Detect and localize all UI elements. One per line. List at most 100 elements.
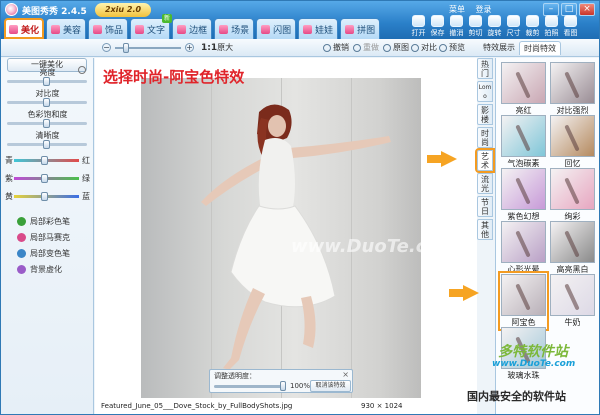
tab-collage[interactable]: 拼图: [340, 18, 381, 39]
contrast-slider-thumb[interactable]: [43, 98, 50, 107]
undo-tool-button[interactable]: 撤消: [447, 15, 466, 38]
effect-thumb-selected[interactable]: 阿宝色: [498, 271, 549, 331]
effect-thumb[interactable]: 高亮黑白: [549, 220, 596, 276]
brightness-slider-thumb[interactable]: [43, 77, 50, 86]
canvas-area: www.DuoTe.com 选择时尚-阿宝色特效 调整透明度： × 100% 取…: [95, 58, 477, 414]
image-viewer-icon: [564, 15, 577, 27]
cyan-red-slider[interactable]: [14, 156, 79, 165]
effect-thumb-image: [501, 221, 546, 263]
opacity-close-icon[interactable]: ×: [342, 370, 349, 379]
purple-green-slider[interactable]: [14, 174, 79, 183]
tab-effect-showcase[interactable]: 特效展示: [479, 41, 519, 55]
undo-arrow-icon: [323, 43, 331, 52]
close-button[interactable]: ×: [579, 3, 595, 16]
preview-button[interactable]: 预览: [439, 42, 465, 53]
login-link[interactable]: 登录: [476, 5, 492, 14]
tab-beautify[interactable]: 美化: [4, 18, 45, 39]
compare-button[interactable]: 对比: [411, 42, 437, 53]
original-button[interactable]: 原图: [383, 42, 409, 53]
local-color-pen-button[interactable]: 局部彩色笔: [17, 216, 70, 227]
zoom-out-button[interactable]: −: [102, 43, 111, 52]
crop-button[interactable]: 裁剪: [523, 15, 542, 38]
purple-label: 紫: [5, 174, 13, 183]
save-button[interactable]: 保存: [428, 15, 447, 38]
effect-thumb[interactable]: 气泡碳素: [500, 114, 547, 170]
menu-link[interactable]: 菜单: [449, 5, 465, 14]
category-fashion[interactable]: 时尚: [477, 127, 493, 148]
resize-button[interactable]: 尺寸: [504, 15, 523, 38]
open-button[interactable]: 打开: [409, 15, 428, 38]
effect-tabs: 特效展示 时尚特效: [479, 41, 561, 55]
local-mosaic-button[interactable]: 局部马赛克: [17, 232, 70, 243]
category-art[interactable]: 艺术: [475, 148, 495, 173]
collage-icon: [345, 24, 355, 34]
photo-preview[interactable]: www.DuoTe.com: [141, 78, 421, 398]
yellow-blue-slider-thumb[interactable]: [41, 192, 48, 201]
title-bar: 美图秀秀 2.4.5 2xiu 2.0 菜单 登录 – □ × 美化 美容 饰品…: [1, 1, 599, 39]
tab-skin[interactable]: 美容: [46, 18, 87, 39]
blue-label: 蓝: [82, 192, 90, 201]
brightness-slider[interactable]: [7, 77, 87, 86]
top-links: 菜单 登录: [449, 4, 539, 15]
redo-button[interactable]: 重做: [353, 42, 379, 53]
tab-fashion-effects[interactable]: 时尚特效: [519, 41, 561, 55]
main-tabs: 美化 美容 饰品 文字新 边框 场景 闪图 娃娃 拼图: [4, 14, 381, 39]
opacity-panel: 调整透明度： × 100% 取消该特效: [209, 369, 353, 393]
tab-flash[interactable]: 闪图: [256, 18, 297, 39]
cyan-red-slider-thumb[interactable]: [41, 156, 48, 165]
category-lomo[interactable]: Lomo: [477, 81, 493, 102]
tab-text[interactable]: 文字新: [130, 14, 173, 39]
effect-thumb[interactable]: 亮红: [500, 61, 547, 117]
cancel-effect-button[interactable]: 取消该特效: [310, 380, 351, 392]
tab-accessories[interactable]: 饰品: [88, 18, 129, 39]
saturation-slider-thumb[interactable]: [43, 119, 50, 128]
category-light[interactable]: 流光: [477, 173, 493, 194]
undo-button[interactable]: 撤销: [323, 42, 349, 53]
flash-icon: [261, 24, 271, 34]
effect-thumb[interactable]: 回忆: [549, 114, 596, 170]
preview-icon: [439, 43, 447, 52]
purple-green-slider-thumb[interactable]: [41, 174, 48, 183]
cut-button[interactable]: 剪切: [466, 15, 485, 38]
sharpness-slider[interactable]: [7, 140, 87, 149]
zoom-in-button[interactable]: +: [185, 43, 194, 52]
status-dimensions: 930 × 1024: [361, 402, 403, 410]
tab-scene[interactable]: 场景: [214, 18, 255, 39]
category-studio[interactable]: 影楼: [477, 104, 493, 125]
contrast-slider[interactable]: [7, 98, 87, 107]
text-icon: [135, 24, 145, 34]
reset-icon[interactable]: [78, 66, 86, 74]
background-blur-button[interactable]: 背景虚化: [17, 264, 62, 275]
saturation-slider[interactable]: [7, 119, 87, 128]
category-other[interactable]: 其他: [477, 219, 493, 240]
effect-thumb[interactable]: 绚彩: [549, 167, 596, 223]
actual-size-button[interactable]: 1:1原大: [201, 42, 233, 53]
category-festival[interactable]: 节日: [477, 196, 493, 217]
camera-icon: [545, 15, 558, 27]
site-slogan: 国内最安全的软件站: [467, 390, 566, 403]
opacity-slider[interactable]: [214, 385, 286, 388]
camera-button[interactable]: 拍照: [542, 15, 561, 38]
effect-thumb[interactable]: 牛奶: [549, 273, 596, 329]
opacity-slider-thumb[interactable]: [280, 381, 286, 391]
tab-frame[interactable]: 边框: [172, 18, 213, 39]
zoom-slider-thumb[interactable]: [123, 43, 129, 53]
viewer-button[interactable]: 看图: [561, 15, 580, 38]
scissors-icon: [469, 15, 482, 27]
app-window: 美图秀秀 2.4.5 2xiu 2.0 菜单 登录 – □ × 美化 美容 饰品…: [0, 0, 600, 415]
yellow-blue-slider[interactable]: [14, 192, 79, 201]
tab-doll[interactable]: 娃娃: [298, 18, 339, 39]
local-recolor-pen-button[interactable]: 局部变色笔: [17, 248, 70, 259]
app-title: 美图秀秀 2.4.5: [22, 7, 87, 17]
effect-thumb-image: [550, 168, 595, 210]
rotate-button[interactable]: 旋转: [485, 15, 504, 38]
effect-thumb[interactable]: 心形光晕: [500, 220, 547, 276]
effect-thumb[interactable]: 紫色幻想: [500, 167, 547, 223]
site-logo-name: 多特软件站: [498, 344, 568, 360]
effect-thumb[interactable]: 对比强烈: [549, 61, 596, 117]
effect-thumb-image: [550, 115, 595, 157]
effect-thumb-image: [550, 62, 595, 104]
green-label: 绿: [82, 174, 90, 183]
category-hot[interactable]: 热门: [477, 58, 493, 79]
sharpness-slider-thumb[interactable]: [43, 140, 50, 149]
